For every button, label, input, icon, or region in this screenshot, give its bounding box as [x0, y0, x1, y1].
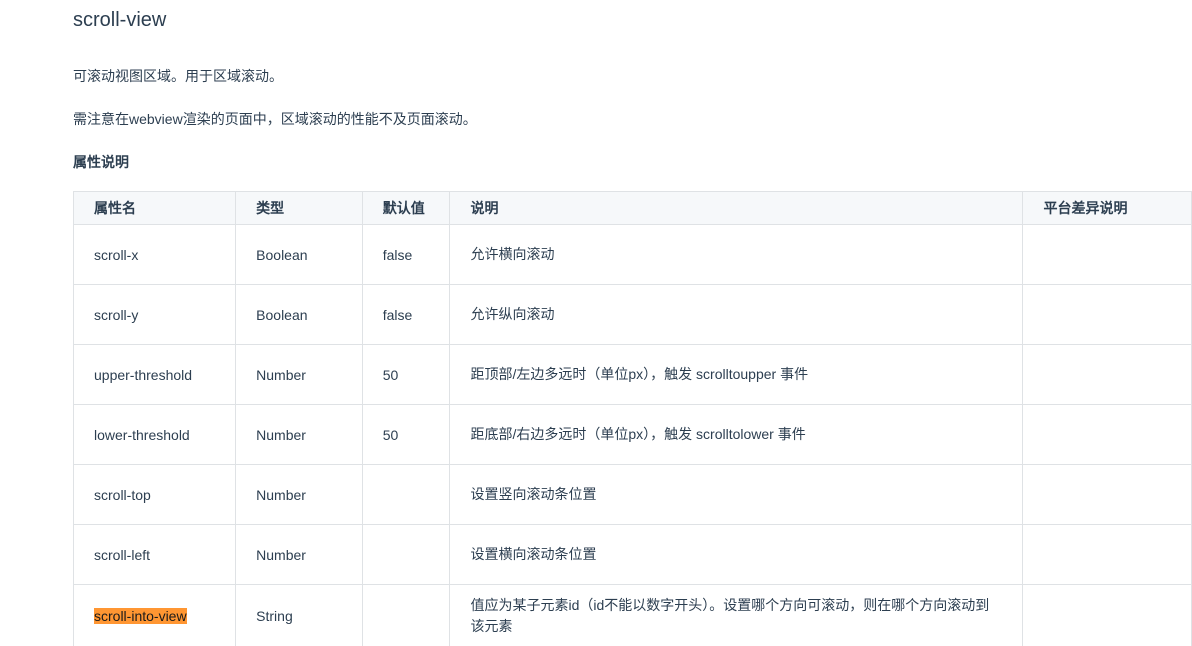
cell-type: Number [235, 344, 363, 405]
header-description: 说明 [449, 191, 1024, 225]
header-name: 属性名 [72, 191, 237, 225]
cell-platform [1022, 284, 1192, 345]
cell-default [361, 524, 451, 585]
cell-name: upper-threshold [72, 344, 237, 405]
header-default: 默认值 [361, 191, 451, 225]
table-row: scroll-left Number 设置横向滚动条位置 [72, 524, 1192, 585]
cell-description: 允许横向滚动 [449, 224, 1024, 285]
cell-platform [1022, 584, 1192, 646]
cell-default: 50 [361, 404, 451, 465]
cell-default: 50 [361, 344, 451, 405]
header-type: 类型 [235, 191, 363, 225]
cell-platform [1022, 464, 1192, 525]
cell-type: Number [235, 464, 363, 525]
cell-description: 设置横向滚动条位置 [449, 524, 1024, 585]
doc-page: scroll-view 可滚动视图区域。用于区域滚动。 需注意在webview渲… [0, 0, 1192, 646]
cell-type: Number [235, 404, 363, 465]
cell-default [361, 464, 451, 525]
cell-type: String [235, 584, 363, 646]
cell-description: 设置竖向滚动条位置 [449, 464, 1024, 525]
table-row: upper-threshold Number 50 距顶部/左边多远时（单位px… [72, 344, 1192, 405]
cell-platform [1022, 524, 1192, 585]
cell-description: 距顶部/左边多远时（单位px），触发 scrolltoupper 事件 [449, 344, 1024, 405]
table-row: lower-threshold Number 50 距底部/右边多远时（单位px… [72, 404, 1192, 465]
header-platform: 平台差异说明 [1022, 191, 1192, 225]
properties-table: 属性名 类型 默认值 说明 平台差异说明 scroll-x Boolean fa… [72, 191, 1192, 646]
cell-platform [1022, 404, 1192, 465]
cell-description: 值应为某子元素id（id不能以数字开头）。设置哪个方向可滚动，则在哪个方向滚动到… [449, 584, 1024, 646]
search-highlight: scroll-into-view [94, 608, 187, 624]
cell-name: lower-threshold [72, 404, 237, 465]
cell-default: false [361, 224, 451, 285]
cell-type: Boolean [235, 224, 363, 285]
table-row: scroll-top Number 设置竖向滚动条位置 [72, 464, 1192, 525]
cell-platform [1022, 224, 1192, 285]
cell-name: scroll-y [72, 284, 237, 345]
cell-platform [1022, 344, 1192, 405]
cell-description: 距底部/右边多远时（单位px），触发 scrolltolower 事件 [449, 404, 1024, 465]
cell-description: 允许纵向滚动 [449, 284, 1024, 345]
table-row: scroll-y Boolean false 允许纵向滚动 [72, 284, 1192, 345]
intro-text: 可滚动视图区域。用于区域滚动。 [73, 68, 283, 84]
cell-default [361, 584, 451, 646]
note-text: 需注意在webview渲染的页面中，区域滚动的性能不及页面滚动。 [73, 111, 477, 127]
cell-type: Number [235, 524, 363, 585]
cell-name: scroll-left [72, 524, 237, 585]
table-header-row: 属性名 类型 默认值 说明 平台差异说明 [72, 191, 1192, 225]
section-heading: 属性说明 [73, 154, 129, 170]
cell-name: scroll-x [72, 224, 237, 285]
cell-name: scroll-into-view [72, 584, 237, 646]
cell-type: Boolean [235, 284, 363, 345]
table-row: scroll-into-view String 值应为某子元素id（id不能以数… [72, 584, 1192, 646]
table-row: scroll-x Boolean false 允许横向滚动 [72, 224, 1192, 285]
cell-default: false [361, 284, 451, 345]
page-title: scroll-view [73, 9, 167, 31]
cell-name: scroll-top [72, 464, 237, 525]
